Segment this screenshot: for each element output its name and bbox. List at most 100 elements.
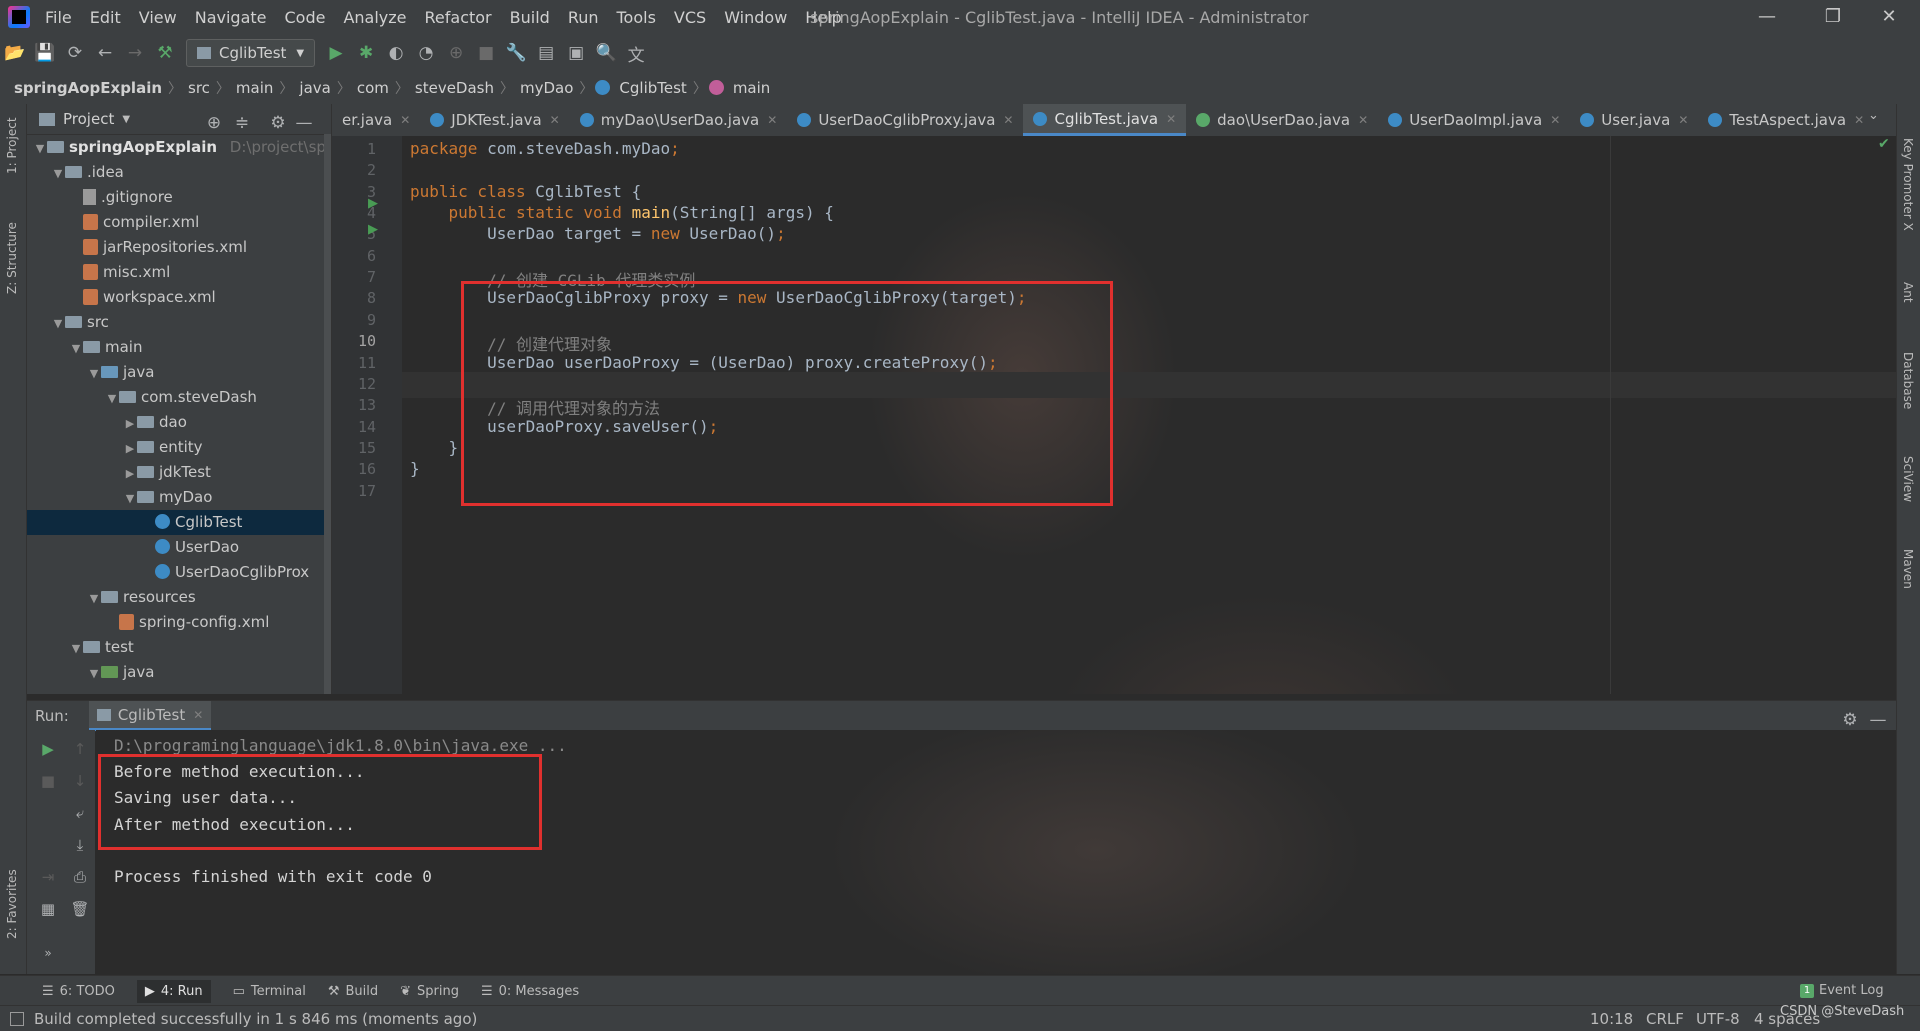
ant-tool-button[interactable]: Ant bbox=[1901, 282, 1915, 303]
editor-tab[interactable]: TestAspect.java ✕ bbox=[1698, 104, 1874, 136]
run-gutter-icon[interactable]: ▶ bbox=[368, 196, 378, 211]
editor-tab[interactable]: UserDaoImpl.java ✕ bbox=[1378, 104, 1570, 136]
close-icon[interactable]: ✕ bbox=[1166, 112, 1176, 126]
run-tab[interactable]: CglibTest ✕ bbox=[88, 701, 212, 731]
stop-icon[interactable]: ■ bbox=[35, 768, 61, 794]
favorites-tool-button[interactable]: 2: Favorites bbox=[5, 869, 19, 939]
tool-window-button[interactable]: ▭ Terminal bbox=[233, 984, 306, 999]
tree-item[interactable]: spring-config.xml bbox=[27, 610, 331, 635]
menu-build[interactable]: Build bbox=[501, 8, 559, 27]
breadcrumb-item[interactable]: main bbox=[232, 79, 277, 97]
tree-item[interactable]: UserDaoCglibProx bbox=[27, 560, 331, 585]
project-scrollbar[interactable] bbox=[324, 134, 331, 694]
print-icon[interactable]: ⎙ bbox=[67, 864, 93, 890]
file-encoding[interactable]: UTF-8 bbox=[1696, 1010, 1740, 1028]
tree-item[interactable]: ▶ entity bbox=[27, 435, 331, 460]
menu-vcs[interactable]: VCS bbox=[665, 8, 715, 27]
tree-item[interactable]: ▼ myDao bbox=[27, 485, 331, 510]
tool-window-button[interactable]: ▶ 4: Run bbox=[136, 979, 211, 1003]
close-icon[interactable]: ✕ bbox=[1003, 113, 1013, 127]
tree-item[interactable]: UserDao bbox=[27, 535, 331, 560]
menu-file[interactable]: File bbox=[36, 8, 81, 27]
layout-icon[interactable]: ▦ bbox=[35, 896, 61, 922]
code-line[interactable]: } bbox=[410, 438, 459, 457]
event-log-button[interactable]: 1 Event Log bbox=[1800, 983, 1884, 998]
editor-tab[interactable]: User.java ✕ bbox=[1570, 104, 1698, 136]
editor-tab[interactable]: JDKTest.java ✕ bbox=[420, 104, 569, 136]
debug-icon[interactable]: ✱ bbox=[351, 38, 381, 68]
back-icon[interactable]: ← bbox=[90, 38, 120, 68]
settings-wrench-icon[interactable]: 🔧 bbox=[501, 38, 531, 68]
tree-item[interactable]: ▼ test bbox=[27, 635, 331, 660]
more-icon[interactable]: » bbox=[35, 940, 61, 966]
build-hammer-icon[interactable]: ⚒ bbox=[150, 38, 180, 68]
project-tool-button[interactable]: 1: Project bbox=[5, 117, 19, 174]
tree-item[interactable]: ▼ resources bbox=[27, 585, 331, 610]
sciview-tool-button[interactable]: SciView bbox=[1901, 456, 1915, 502]
editor-tab[interactable]: myDao\UserDao.java ✕ bbox=[570, 104, 788, 136]
editor-tab[interactable]: UserDaoCglibProxy.java ✕ bbox=[787, 104, 1023, 136]
menu-run[interactable]: Run bbox=[559, 8, 608, 27]
tree-item[interactable]: ▼ java bbox=[27, 660, 331, 685]
project-structure-icon[interactable]: ▤ bbox=[531, 38, 561, 68]
open-folder-icon[interactable]: 📂 bbox=[0, 38, 30, 68]
tree-root[interactable]: ▼ springAopExplain D:\project\spring bbox=[27, 135, 331, 160]
locate-icon[interactable]: ⊕ bbox=[199, 108, 229, 138]
sdk-icon[interactable]: ▣ bbox=[561, 38, 591, 68]
editor-tab[interactable]: CglibTest.java ✕ bbox=[1023, 104, 1187, 136]
structure-tool-button[interactable]: Z: Structure bbox=[5, 222, 19, 294]
rerun-icon[interactable]: ▶ bbox=[35, 736, 61, 762]
breadcrumb-item[interactable]: src bbox=[184, 79, 214, 97]
coverage-icon[interactable]: ◐ bbox=[381, 38, 411, 68]
close-icon[interactable]: ✕ bbox=[1866, 4, 1912, 30]
breadcrumb-item[interactable]: CglibTest bbox=[615, 79, 690, 97]
status-toggle-icon[interactable] bbox=[10, 1011, 24, 1026]
scroll-to-end-icon[interactable]: ⤓ bbox=[67, 832, 93, 858]
tree-item[interactable]: ▼ java bbox=[27, 360, 331, 385]
menu-edit[interactable]: Edit bbox=[81, 8, 130, 27]
database-tool-button[interactable]: Database bbox=[1901, 352, 1915, 409]
menu-refactor[interactable]: Refactor bbox=[416, 8, 501, 27]
close-icon[interactable]: ✕ bbox=[400, 113, 410, 127]
collapse-all-icon[interactable]: ≑ bbox=[227, 108, 257, 138]
tree-item[interactable]: ▶ jdkTest bbox=[27, 460, 331, 485]
code-line[interactable]: } bbox=[410, 459, 420, 478]
code-line[interactable]: public class CglibTest { bbox=[410, 182, 641, 201]
close-icon[interactable]: ✕ bbox=[767, 113, 777, 127]
minimize-icon[interactable]: — bbox=[1744, 4, 1790, 30]
tree-item[interactable]: jarRepositories.xml bbox=[27, 235, 331, 260]
breadcrumb-item[interactable]: com bbox=[353, 79, 393, 97]
tree-item[interactable]: ▼ com.steveDash bbox=[27, 385, 331, 410]
code-line[interactable]: package com.steveDash.myDao; bbox=[410, 139, 680, 158]
chevron-down-icon[interactable]: ▼ bbox=[122, 114, 130, 125]
tree-item[interactable]: ▶ dao bbox=[27, 410, 331, 435]
editor-tab[interactable]: er.java ✕ bbox=[332, 104, 420, 136]
run-gutter-icon[interactable]: ▶ bbox=[368, 222, 378, 237]
code-line[interactable]: UserDao target = new UserDao(); bbox=[410, 224, 786, 243]
forward-icon[interactable]: → bbox=[120, 38, 150, 68]
close-icon[interactable]: ✕ bbox=[193, 708, 203, 722]
stop-icon[interactable]: ■ bbox=[471, 38, 501, 68]
breadcrumb-item[interactable]: steveDash bbox=[411, 79, 498, 97]
tool-window-button[interactable]: ☰ 6: TODO bbox=[42, 984, 115, 999]
key-promoter-tool-button[interactable]: Key Promoter X bbox=[1901, 138, 1915, 231]
exit-icon[interactable]: ⇥ bbox=[35, 864, 61, 890]
menu-tools[interactable]: Tools bbox=[608, 8, 665, 27]
soft-wrap-icon[interactable]: ⤶ bbox=[67, 800, 93, 826]
sync-icon[interactable]: ⟳ bbox=[60, 38, 90, 68]
attach-icon[interactable]: ⊕ bbox=[441, 38, 471, 68]
breadcrumb-item[interactable]: myDao bbox=[516, 79, 577, 97]
menu-code[interactable]: Code bbox=[276, 8, 335, 27]
run-configuration-select[interactable]: CglibTest ▼ bbox=[186, 39, 316, 67]
tree-item[interactable]: compiler.xml bbox=[27, 210, 331, 235]
code-line[interactable]: public static void main(String[] args) { bbox=[410, 203, 834, 222]
tree-item[interactable]: workspace.xml bbox=[27, 285, 331, 310]
line-separator[interactable]: CRLF bbox=[1646, 1010, 1684, 1028]
translate-icon[interactable]: 文 bbox=[621, 38, 651, 68]
tool-window-button[interactable]: ⚒ Build bbox=[328, 984, 378, 999]
down-icon[interactable]: ↓ bbox=[67, 768, 93, 794]
menu-navigate[interactable]: Navigate bbox=[186, 8, 276, 27]
run-icon[interactable]: ▶ bbox=[321, 38, 351, 68]
search-icon[interactable]: 🔍 bbox=[591, 38, 621, 68]
tree-item[interactable]: ▼ main bbox=[27, 335, 331, 360]
